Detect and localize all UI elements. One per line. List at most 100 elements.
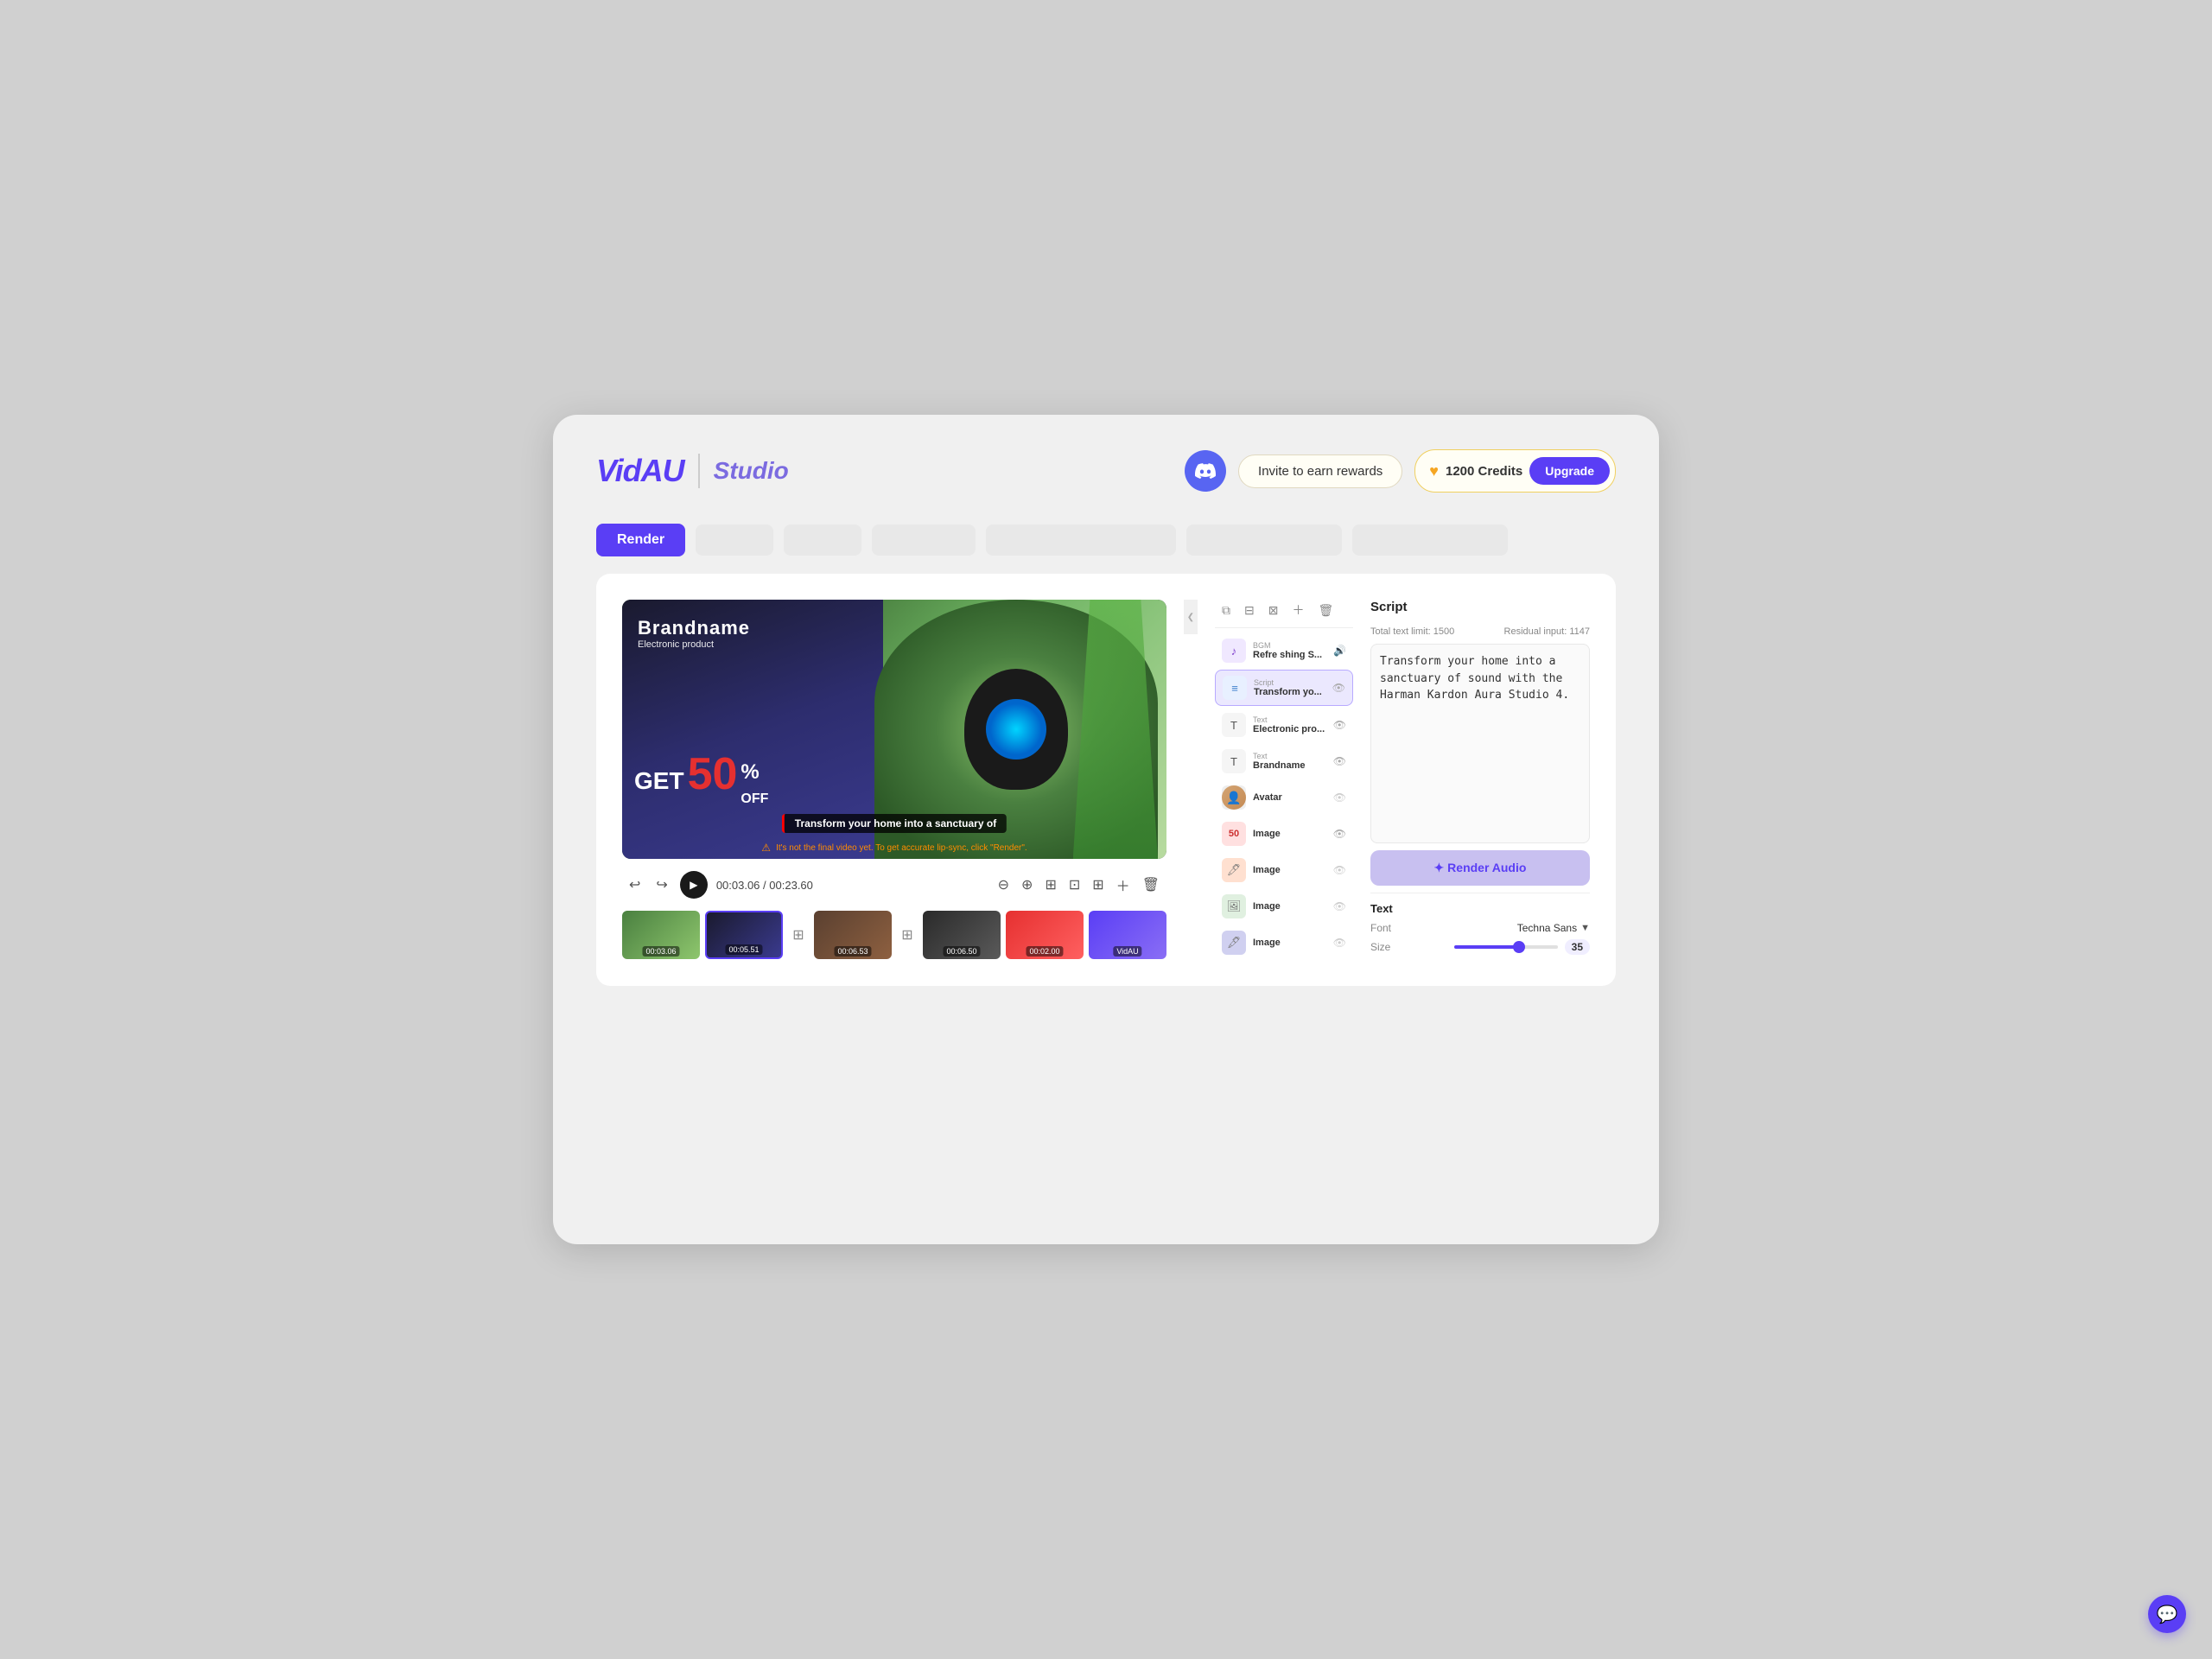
clip-5[interactable]: 00:02.00 bbox=[1006, 911, 1084, 959]
align-v-tool[interactable]: ⊠ bbox=[1265, 601, 1282, 620]
layer-script-eye[interactable]: 👁 bbox=[1332, 682, 1345, 694]
layer-image-3-name: Image bbox=[1253, 901, 1326, 912]
layer-avatar[interactable]: Avatar 👁 bbox=[1215, 780, 1353, 815]
upgrade-button[interactable]: Upgrade bbox=[1529, 457, 1610, 485]
delete-clip-button[interactable]: 🗑 bbox=[1139, 871, 1163, 899]
invite-button[interactable]: Invite to earn rewards bbox=[1238, 454, 1402, 488]
layer-image-50-info: Image bbox=[1253, 829, 1326, 839]
ad-brand: Brandname Electronic product bbox=[638, 617, 750, 650]
render-button[interactable]: Render bbox=[596, 524, 685, 556]
layer-text-1-eye[interactable]: 👁 bbox=[1333, 719, 1346, 731]
add-clip-button[interactable]: ＋ bbox=[1113, 871, 1134, 899]
toolbar-tabs: Render bbox=[596, 524, 1616, 556]
clip-6[interactable]: VidAU bbox=[1089, 911, 1166, 959]
studio-label: Studio bbox=[714, 457, 789, 485]
align-h-tool[interactable]: ⊟ bbox=[1241, 601, 1258, 620]
layer-bgm-eye[interactable]: 🔊 bbox=[1333, 645, 1346, 657]
layer-image-50-icon: 50 bbox=[1222, 822, 1246, 846]
residual-label: Residual input: 1147 bbox=[1504, 626, 1590, 637]
layer-image-50-eye[interactable]: 👁 bbox=[1333, 828, 1346, 840]
tab-1[interactable] bbox=[696, 524, 773, 556]
layer-image-3-info: Image bbox=[1253, 901, 1326, 912]
clip-3[interactable]: 00:06.53 bbox=[814, 911, 892, 959]
redo-button[interactable]: ↪ bbox=[652, 873, 671, 897]
copy-tool[interactable]: ⧉ bbox=[1218, 601, 1234, 620]
script-textarea[interactable]: Transform your home into a sanctuary of … bbox=[1370, 644, 1590, 843]
render-audio-button[interactable]: ✦ Render Audio bbox=[1370, 850, 1590, 886]
discord-button[interactable] bbox=[1185, 450, 1226, 492]
workspace: Brandname Electronic product GET 50 % OF… bbox=[596, 574, 1616, 986]
speaker-glow bbox=[986, 699, 1046, 760]
plant-shape bbox=[1073, 600, 1158, 859]
header: VidAU Studio Invite to earn rewards ♥ 12… bbox=[596, 449, 1616, 493]
layer-bgm-name: Refre shing S... bbox=[1253, 650, 1326, 660]
size-value: 35 bbox=[1565, 939, 1590, 955]
play-button[interactable]: ▶ bbox=[680, 871, 708, 899]
layer-bgm-type: BGM bbox=[1253, 642, 1326, 650]
layer-bgm[interactable]: ♪ BGM Refre shing S... 🔊 bbox=[1215, 633, 1353, 668]
layer-image-4[interactable]: 🖋 Image 👁 bbox=[1215, 925, 1353, 960]
layer-script-name: Transform yo... bbox=[1254, 687, 1325, 697]
layer-image-3[interactable]: 🖼 Image 👁 bbox=[1215, 889, 1353, 924]
avatar-face bbox=[1222, 785, 1246, 810]
layer-image-4-info: Image bbox=[1253, 938, 1326, 948]
zoom-out-button[interactable]: ⊖ bbox=[995, 871, 1013, 899]
layer-image-3-icon: 🖼 bbox=[1222, 894, 1246, 918]
video-controls: ↩ ↪ ▶ 00:03.06 / 00:23.60 ⊖ ⊕ ⊞ ⊡ ⊞ ＋ 🗑 bbox=[622, 871, 1166, 899]
clip-1[interactable]: 00:03.06 bbox=[622, 911, 700, 959]
collapse-panel-arrow[interactable]: ❮ bbox=[1184, 600, 1198, 634]
layer-image-3-eye[interactable]: 👁 bbox=[1333, 900, 1346, 912]
layer-script-icon: ≡ bbox=[1223, 676, 1247, 700]
tab-2[interactable] bbox=[784, 524, 861, 556]
layer-image-50[interactable]: 50 Image 👁 bbox=[1215, 817, 1353, 851]
tab-4[interactable] bbox=[986, 524, 1176, 556]
tab-6[interactable] bbox=[1352, 524, 1508, 556]
split-1[interactable]: ⊞ bbox=[788, 925, 809, 945]
layer-text-2-type: Text bbox=[1253, 753, 1326, 760]
edit-controls: ⊖ ⊕ ⊞ ⊡ ⊞ ＋ 🗑 bbox=[995, 871, 1163, 899]
zoom-in-button[interactable]: ⊕ bbox=[1018, 871, 1036, 899]
current-time: 00:03.06 bbox=[716, 879, 760, 892]
clip-2[interactable]: 00:05.51 bbox=[705, 911, 783, 959]
layer-image-2[interactable]: 🖊 Image 👁 bbox=[1215, 853, 1353, 887]
undo-button[interactable]: ↩ bbox=[626, 873, 644, 897]
size-slider[interactable] bbox=[1454, 945, 1558, 949]
crop-button[interactable]: ⊡ bbox=[1065, 871, 1084, 899]
total-time: 00:23.60 bbox=[769, 879, 813, 892]
warning-bar: ⚠ It's not the final video yet. To get a… bbox=[761, 842, 1027, 854]
script-panel: Script Total text limit: 1500 Residual i… bbox=[1370, 600, 1590, 960]
clip-6-time: VidAU bbox=[1113, 946, 1141, 957]
tab-5[interactable] bbox=[1186, 524, 1342, 556]
text-properties: Text Font Techna Sans ▼ Size 35 bbox=[1370, 893, 1590, 960]
add-layer-tool[interactable]: ＋ bbox=[1288, 600, 1307, 620]
layer-avatar-eye[interactable]: 👁 bbox=[1333, 791, 1346, 804]
credits-area: ♥ 1200 Credits Upgrade bbox=[1414, 449, 1616, 493]
warning-icon: ⚠ bbox=[761, 842, 771, 854]
layer-image-4-eye[interactable]: 👁 bbox=[1333, 937, 1346, 949]
chat-button[interactable]: 💬 bbox=[2148, 1595, 2186, 1633]
layer-image-2-eye[interactable]: 👁 bbox=[1333, 864, 1346, 876]
video-panel: Brandname Electronic product GET 50 % OF… bbox=[622, 600, 1166, 960]
layer-text-1-type: Text bbox=[1253, 716, 1326, 724]
align-button[interactable]: ⊞ bbox=[1089, 871, 1107, 899]
clip-4[interactable]: 00:06.50 bbox=[923, 911, 1001, 959]
layer-text-1-info: Text Electronic pro... bbox=[1253, 716, 1326, 734]
credits-amount: 1200 Credits bbox=[1446, 464, 1522, 479]
delete-layer-tool[interactable]: 🗑 bbox=[1314, 601, 1337, 620]
layer-script[interactable]: ≡ Script Transform yo... 👁 bbox=[1215, 670, 1353, 706]
size-prop-row: Size 35 bbox=[1370, 939, 1590, 955]
font-value-area[interactable]: Techna Sans ▼ bbox=[1517, 922, 1590, 934]
split-button[interactable]: ⊞ bbox=[1041, 871, 1059, 899]
layer-text-2-eye[interactable]: 👁 bbox=[1333, 755, 1346, 767]
subtitle-bar: Transform your home into a sanctuary of bbox=[782, 814, 1007, 833]
clip-3-time: 00:06.53 bbox=[834, 946, 871, 957]
ad-percent-sign: % bbox=[741, 760, 768, 785]
clip-2-time: 00:05.51 bbox=[725, 944, 762, 955]
split-2[interactable]: ⊞ bbox=[897, 925, 918, 945]
tab-3[interactable] bbox=[872, 524, 976, 556]
layer-text-2[interactable]: T Text Brandname 👁 bbox=[1215, 744, 1353, 779]
script-meta: Total text limit: 1500 Residual input: 1… bbox=[1370, 626, 1590, 637]
video-preview: Brandname Electronic product GET 50 % OF… bbox=[622, 600, 1166, 859]
layer-text-1[interactable]: T Text Electronic pro... 👁 bbox=[1215, 708, 1353, 742]
ad-get-text: GET bbox=[634, 767, 684, 795]
